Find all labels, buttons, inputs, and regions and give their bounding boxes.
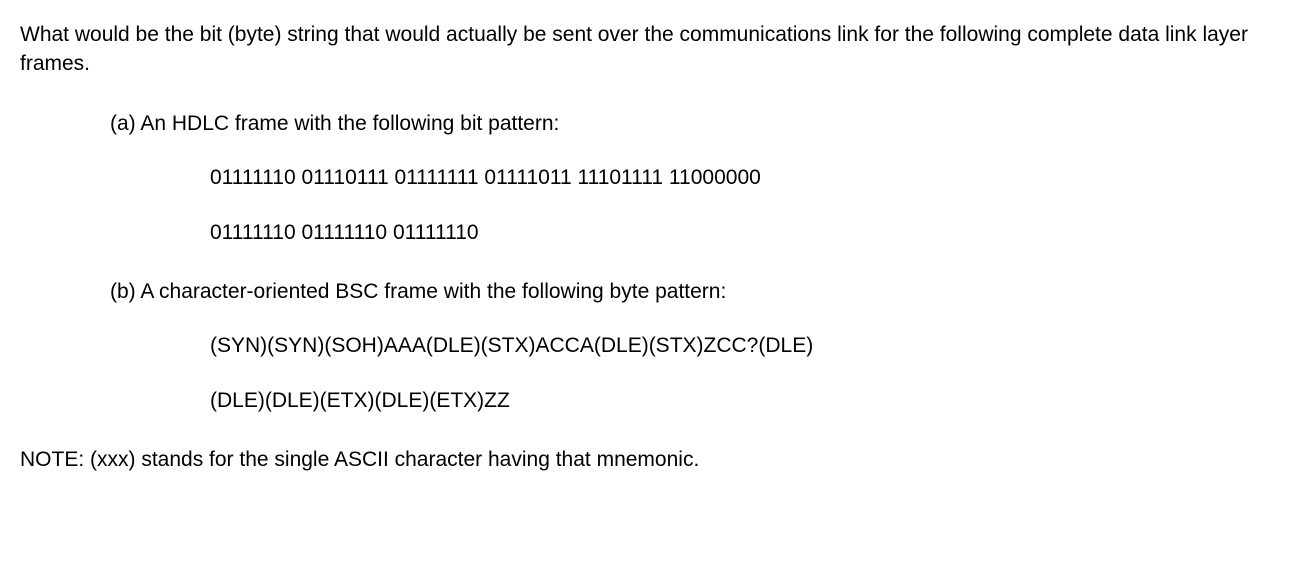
part-a-label: (a) An HDLC frame with the following bit… xyxy=(110,109,1270,138)
question-intro: What would be the bit (byte) string that… xyxy=(20,20,1270,79)
part-b: (b) A character-oriented BSC frame with … xyxy=(110,277,1270,415)
part-a: (a) An HDLC frame with the following bit… xyxy=(110,109,1270,247)
part-a-bits-line2: 01111110 01111110 01111110 xyxy=(210,218,1270,247)
note-text: NOTE: (xxx) stands for the single ASCII … xyxy=(20,445,1270,474)
part-b-bytes-line1: (SYN)(SYN)(SOH)AAA(DLE)(STX)ACCA(DLE)(ST… xyxy=(210,331,1270,360)
part-b-bytes-line2: (DLE)(DLE)(ETX)(DLE)(ETX)ZZ xyxy=(210,386,1270,415)
part-b-label: (b) A character-oriented BSC frame with … xyxy=(110,277,1270,306)
part-a-bits-line1: 01111110 01110111 01111111 01111011 1110… xyxy=(210,163,1270,192)
